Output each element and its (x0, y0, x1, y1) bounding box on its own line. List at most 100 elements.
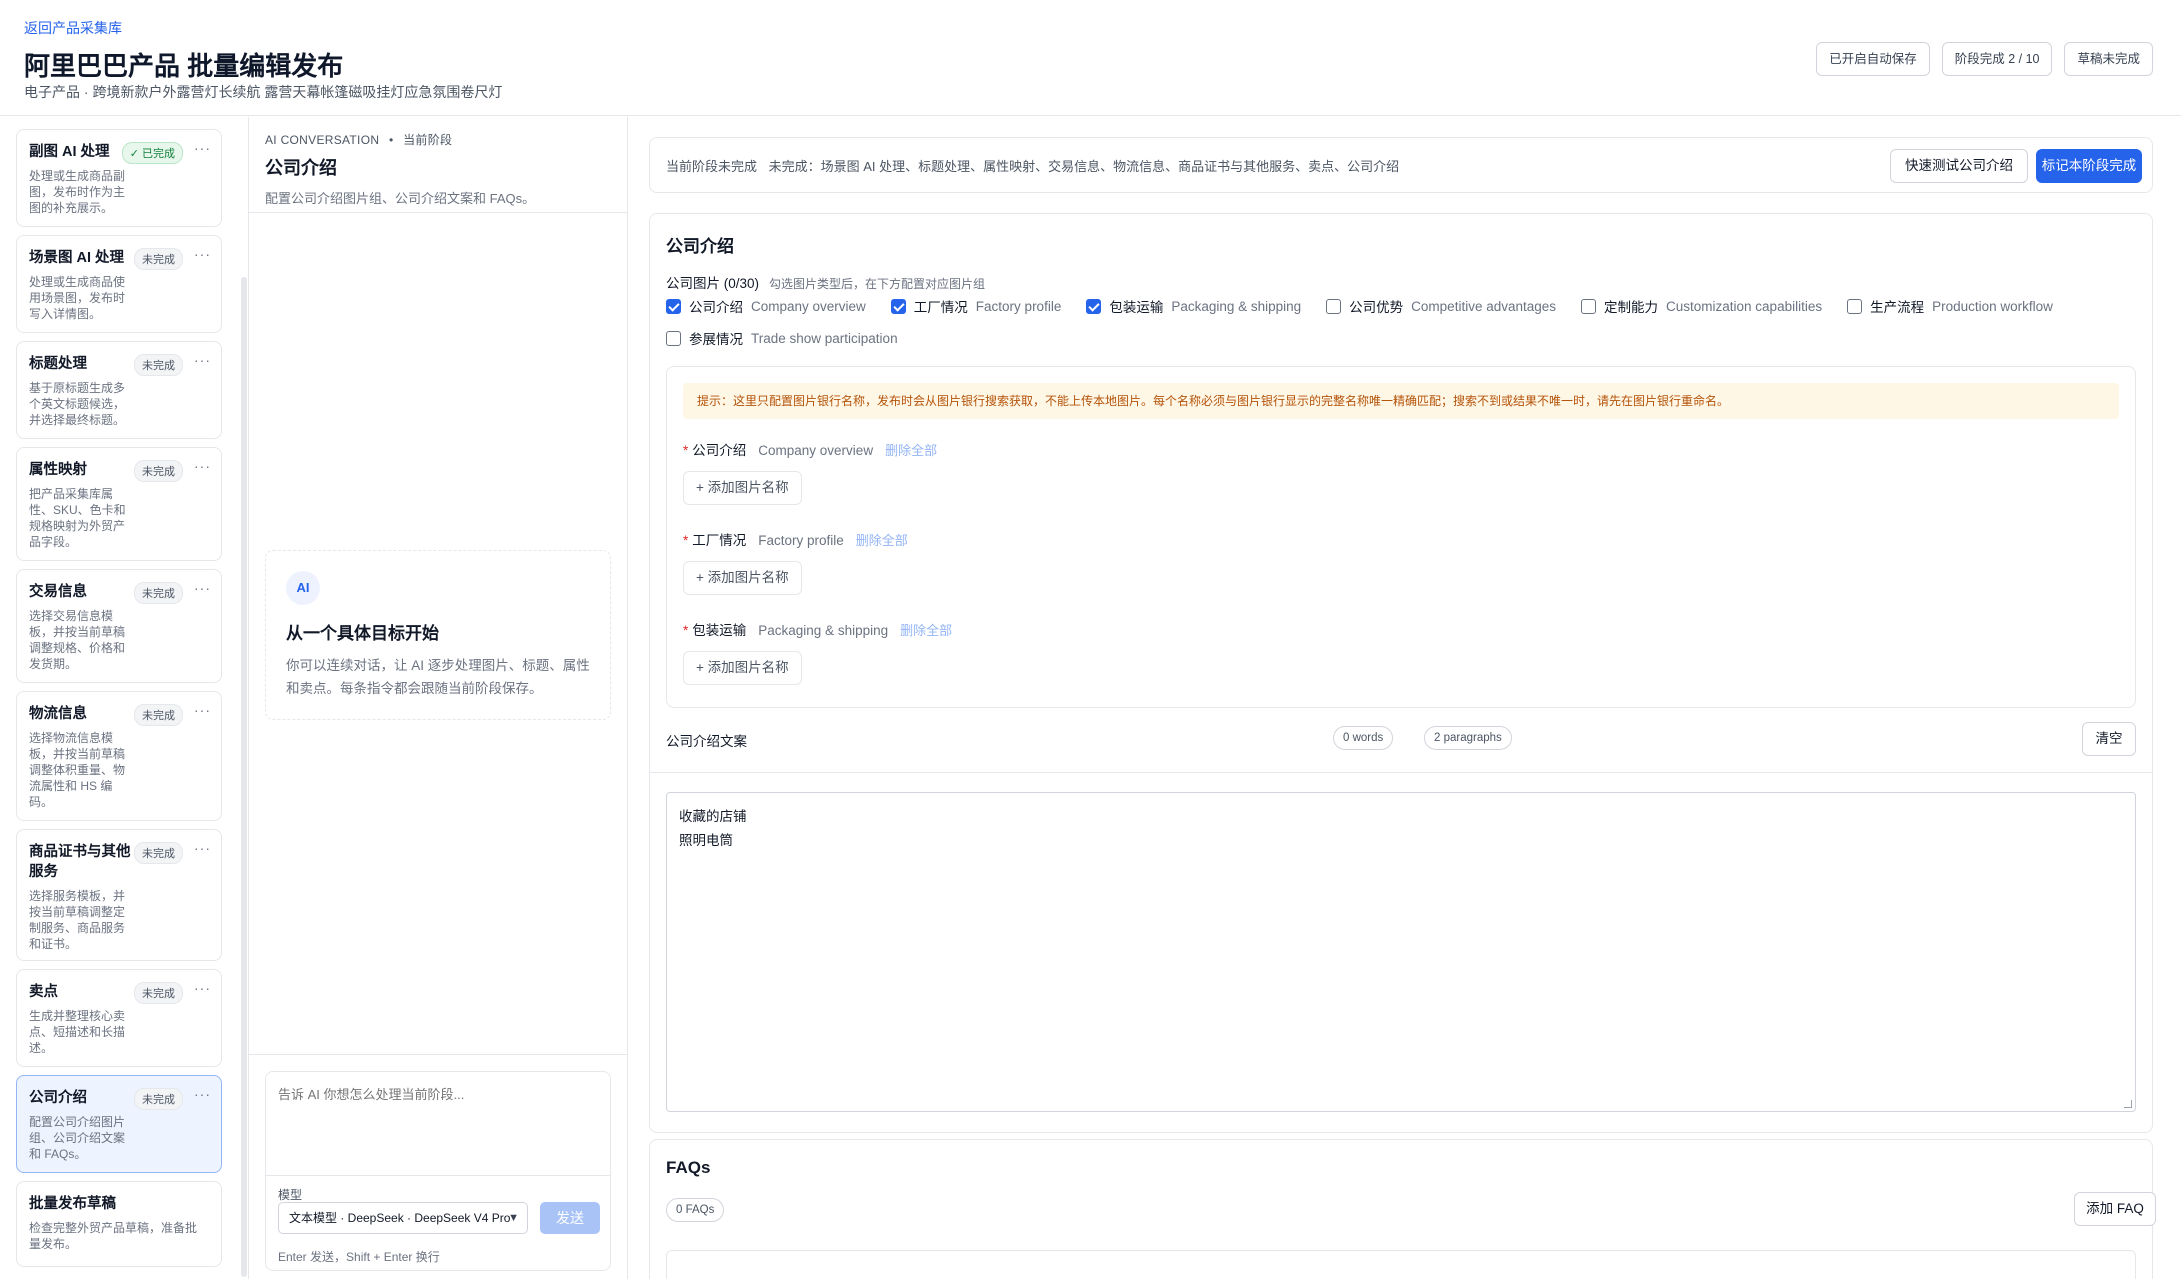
company-copy-label: 公司介绍文案 (666, 734, 747, 749)
stage-desc: 生成并整理核心卖点、短描述和长描述。 (29, 1009, 126, 1055)
checkbox[interactable] (1581, 298, 1597, 314)
type-en: Production workflow (1932, 298, 2053, 314)
more-icon[interactable]: ··· (194, 702, 211, 718)
checkbox[interactable] (1326, 298, 1342, 314)
image-type-factory-profile[interactable]: 工厂情况 Factory profile (890, 296, 1062, 316)
company-images-label: 公司图片 (0/30) 勾选图片类型后，在下方配置对应图片组 (666, 272, 985, 292)
more-icon[interactable]: ··· (194, 980, 211, 996)
sidebar-scrollbar[interactable] (241, 277, 247, 1277)
stage-card-logistics[interactable]: 物流信息 选择物流信息模板，并按当前草稿调整体积重量、物流属性和 HS 编码。 … (16, 691, 222, 821)
type-cn: 参展情况 (689, 332, 743, 347)
more-icon[interactable]: ··· (194, 140, 211, 156)
send-button[interactable]: 发送 (540, 1202, 600, 1234)
stage-card-batch-publish[interactable]: 批量发布草稿 检查完整外贸产品草稿，准备批量发布。 (16, 1181, 222, 1267)
ai-avatar-icon: AI (286, 571, 320, 605)
group-packaging: * 包装运输 Packaging & shipping 删除全部 (683, 619, 952, 639)
faq-count-pill: 0 FAQs (666, 1198, 725, 1222)
stage-title: 场景图 AI 处理 (29, 250, 125, 266)
stage-desc: 检查完整外贸产品草稿，准备批量发布。 (29, 1221, 198, 1251)
type-en: Packaging & shipping (1171, 298, 1302, 314)
delete-all-button[interactable]: 删除全部 (856, 533, 908, 548)
stage-card-title[interactable]: 标题处理 基于原标题生成多个英文标题候选，并选择最终标题。 未完成 ··· (16, 341, 222, 439)
model-select[interactable]: 文本模型 · DeepSeek · DeepSeek V4 Pro ▼ (278, 1202, 528, 1234)
stage-card-scene-images[interactable]: 场景图 AI 处理 处理或生成商品使用场景图，发布时写入详情图。 未完成 ··· (16, 235, 222, 333)
back-to-library-link[interactable]: 返回产品采集库 (24, 18, 122, 38)
stage-title: 物流信息 (29, 706, 87, 722)
image-type-advantages[interactable]: 公司优势 Competitive advantages (1326, 296, 1556, 316)
section-title: 公司介绍 (666, 237, 734, 256)
stage-card-attributes[interactable]: 属性映射 把产品采集库属性、SKU、色卡和规格映射为外贸产品字段。 未完成 ··… (16, 447, 222, 561)
stage-status-badge: 未完成 (134, 704, 183, 726)
stage-card-company-intro[interactable]: 公司介绍 配置公司介绍图片组、公司介绍文案和 FAQs。 未完成 ··· (16, 1075, 222, 1173)
more-icon[interactable]: ··· (194, 352, 211, 368)
company-copy-textarea[interactable]: 收藏的店铺 照明电筒 (666, 792, 2136, 1112)
more-icon[interactable]: ··· (194, 246, 211, 262)
stage-card-sub-images[interactable]: 副图 AI 处理 处理或生成商品副图，发布时作为主图的补充展示。 ✓ 已完成 ·… (16, 129, 222, 227)
stage-status-badge: 未完成 (134, 248, 183, 270)
more-icon[interactable]: ··· (194, 458, 211, 474)
add-image-name-button[interactable]: + 添加图片名称 (683, 471, 802, 505)
chat-kicker-separator: • (388, 133, 394, 147)
chat-input[interactable] (266, 1072, 610, 1176)
checkbox[interactable] (890, 298, 906, 314)
add-image-name-button[interactable]: + 添加图片名称 (683, 561, 802, 595)
images-count: 公司图片 (0/30) (666, 276, 760, 291)
ai-chat-panel: AI CONVERSATION • 当前阶段 公司介绍 配置公司介绍图片组、公司… (248, 117, 628, 1279)
draft-status-badge: 草稿未完成 (2064, 42, 2153, 76)
stage-title: 属性映射 (29, 462, 87, 478)
stage-card-certificates[interactable]: 商品证书与其他服务 选择服务模板，并按当前草稿调整定制服务、商品服务和证书。 未… (16, 829, 222, 961)
page-title: 阿里巴巴产品 批量编辑发布 (24, 51, 344, 81)
checkbox[interactable] (1847, 298, 1863, 314)
ai-empty-state: AI 从一个具体目标开始 你可以连续对话，让 AI 逐步处理图片、标题、属性和卖… (265, 550, 611, 720)
stage-status-badge: ✓ 已完成 (121, 142, 183, 164)
group-en: Factory profile (758, 533, 844, 548)
quick-test-button[interactable]: 快速测试公司介绍 (1890, 149, 2028, 183)
required-mark: * (683, 623, 689, 638)
required-mark: * (683, 533, 689, 548)
faqs-section: FAQs 0 FAQs 添加 FAQ (649, 1139, 2156, 1279)
stage-desc: 把产品采集库属性、SKU、色卡和规格映射为外贸产品字段。 (29, 487, 126, 549)
chat-stage-desc: 配置公司介绍图片组、公司介绍文案和 FAQs。 (265, 191, 536, 206)
company-intro-section: 公司介绍 公司图片 (0/30) 勾选图片类型后，在下方配置对应图片组 公司介绍 … (649, 213, 2153, 1133)
stage-desc: 选择服务模板，并按当前草稿调整定制服务、商品服务和证书。 (29, 889, 126, 951)
copy-line: 照明电筒 (679, 833, 733, 848)
add-image-name-button[interactable]: + 添加图片名称 (683, 651, 802, 685)
image-type-production[interactable]: 生产流程 Production workflow (1847, 296, 2053, 316)
image-type-trade-show[interactable]: 参展情况 Trade show participation (666, 328, 898, 348)
main-content: 当前阶段未完成 未完成：场景图 AI 处理、标题处理、属性映射、交易信息、物流信… (629, 117, 2181, 1279)
checkbox[interactable] (1086, 298, 1102, 314)
stage-desc: 选择交易信息模板，并按当前草稿调整规格、价格和发货期。 (29, 609, 126, 671)
stage-status-bar: 当前阶段未完成 未完成：场景图 AI 处理、标题处理、属性映射、交易信息、物流信… (649, 137, 2153, 193)
stage-title: 商品证书与其他服务 (29, 844, 131, 880)
delete-all-button[interactable]: 删除全部 (885, 443, 937, 458)
group-cn: 包装运输 (692, 623, 747, 638)
stage-title: 公司介绍 (29, 1090, 87, 1106)
type-en: Company overview (751, 298, 866, 314)
image-type-company-overview[interactable]: 公司介绍 Company overview (666, 296, 866, 316)
page-subtitle: 电子产品 · 跨境新款户外露营灯长续航 露营天幕帐篷磁吸挂灯应急氛围卷尺灯 (24, 84, 503, 100)
more-icon[interactable]: ··· (194, 1086, 211, 1102)
checkbox[interactable] (666, 298, 681, 314)
stage-card-selling-points[interactable]: 卖点 生成并整理核心卖点、短描述和长描述。 未完成 ··· (16, 969, 222, 1067)
image-type-packaging[interactable]: 包装运输 Packaging & shipping (1086, 296, 1301, 316)
type-cn: 公司介绍 (689, 300, 743, 315)
stage-status-badge: 未完成 (134, 1088, 183, 1110)
chat-composer-area: 模型 文本模型 · DeepSeek · DeepSeek V4 Pro ▼ 发… (249, 1054, 627, 1279)
progress-badge: 阶段完成 2 / 10 (1941, 42, 2053, 76)
add-faq-button[interactable]: 添加 FAQ (2074, 1192, 2156, 1226)
resize-handle-icon[interactable] (2124, 1100, 2132, 1108)
image-type-customization[interactable]: 定制能力 Customization capabilities (1581, 296, 1822, 316)
clear-button[interactable]: 清空 (2082, 722, 2136, 756)
delete-all-button[interactable]: 删除全部 (900, 623, 952, 638)
images-note: 勾选图片类型后，在下方配置对应图片组 (769, 277, 986, 291)
more-icon[interactable]: ··· (194, 840, 211, 856)
chat-kicker: AI CONVERSATION • 当前阶段 (265, 131, 611, 148)
more-icon[interactable]: ··· (194, 580, 211, 596)
mark-stage-done-button[interactable]: 标记本阶段完成 (2036, 149, 2142, 183)
stage-status-badge: 未完成 (134, 354, 183, 376)
stage-desc: 配置公司介绍图片组、公司介绍文案和 FAQs。 (29, 1115, 126, 1161)
type-en: Factory profile (975, 298, 1062, 314)
stage-title: 卖点 (29, 984, 58, 1000)
checkbox[interactable] (666, 330, 681, 346)
stage-card-trade[interactable]: 交易信息 选择交易信息模板，并按当前草稿调整规格、价格和发货期。 未完成 ··· (16, 569, 222, 683)
